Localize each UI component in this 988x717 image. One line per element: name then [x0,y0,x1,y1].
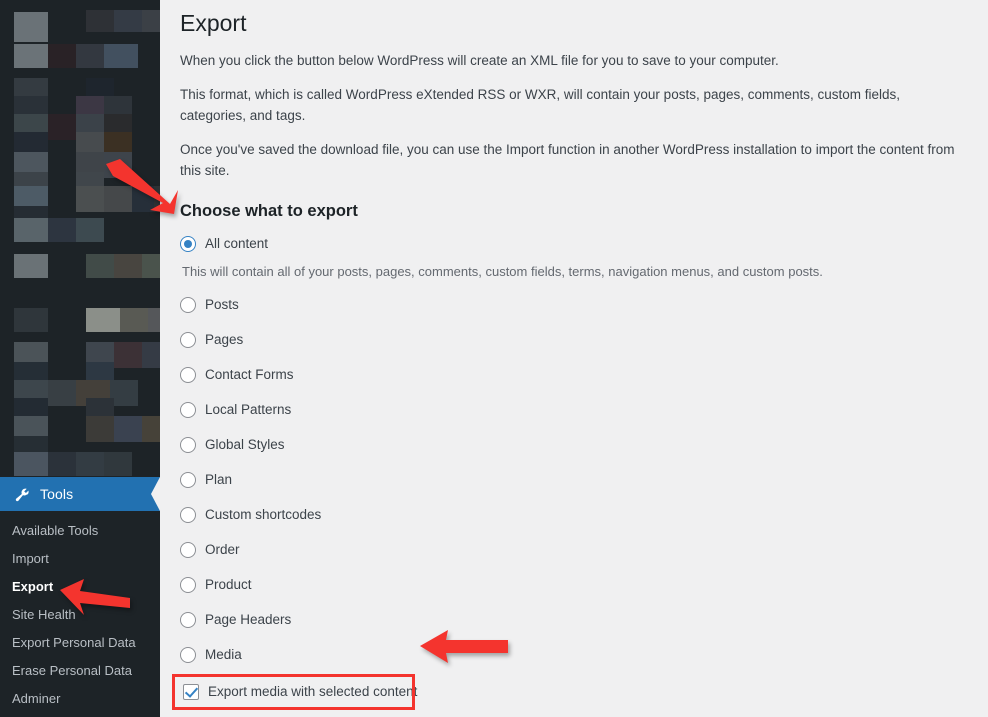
radio-row-product[interactable]: Product [180,574,968,596]
intro-paragraph-1: When you click the button below WordPres… [180,52,779,68]
sidebar-item-import[interactable]: Import [0,545,160,573]
radio-row-custom-shortcodes[interactable]: Custom shortcodes [180,504,968,526]
radio-row-contact-forms[interactable]: Contact Forms [180,364,968,386]
radio-pages[interactable] [180,331,196,348]
checkbox-export-media[interactable] [183,683,199,700]
export-media-checkbox-group: Export media with selected content [172,673,421,710]
radio-label-product: Product [205,576,252,592]
radio-label-media: Media [205,646,242,662]
wordpress-admin-export-screen: Tools Available Tools Import Export Site… [0,0,988,717]
sidebar-item-export-personal-data[interactable]: Export Personal Data [0,629,160,657]
section-heading-choose-what-to-export: Choose what to export [180,201,358,220]
radio-label-plan: Plan [205,471,233,487]
radio-row-order[interactable]: Order [180,539,968,561]
sidebar-item-site-health[interactable]: Site Health [0,601,160,629]
radio-plan[interactable] [180,471,196,488]
checkbox-row-export-media[interactable]: Export media with selected content [180,680,421,703]
redacted-menu-region [0,0,160,477]
intro-paragraph-3: Once you've saved the download file, you… [180,141,955,178]
radio-row-media[interactable]: Media [180,644,968,666]
wrench-icon [11,484,31,504]
admin-sidebar: Tools Available Tools Import Export Site… [0,0,160,717]
radio-label-global-styles: Global Styles [205,436,285,452]
menu-pointer-arrow [151,477,160,511]
radio-label-contact-forms: Contact Forms [205,366,294,382]
radio-custom-shortcodes[interactable] [180,506,196,523]
radio-row-posts[interactable]: Posts [180,294,968,316]
radio-posts[interactable] [180,296,196,313]
radio-page-headers[interactable] [180,611,196,628]
radio-row-plan[interactable]: Plan [180,469,968,491]
radio-row-local-patterns[interactable]: Local Patterns [180,399,968,421]
radio-all-content[interactable] [180,235,196,252]
radio-label-pages: Pages [205,331,244,347]
radio-contact-forms[interactable] [180,366,196,383]
page-title: Export [180,10,247,36]
radio-label-all-content: All content [205,235,269,251]
export-page-content: Export When you click the button below W… [160,0,988,717]
radio-global-styles[interactable] [180,436,196,453]
radio-local-patterns[interactable] [180,401,196,418]
radio-label-order: Order [205,541,240,557]
radio-label-page-headers: Page Headers [205,611,292,627]
submit-area: Download Export File [180,705,968,717]
sidebar-menu-tools-label: Tools [40,486,74,502]
sidebar-item-erase-personal-data[interactable]: Erase Personal Data [0,657,160,685]
checkbox-label-export-media: Export media with selected content [208,683,418,699]
radio-product[interactable] [180,576,196,593]
sidebar-item-adminer[interactable]: Adminer [0,685,160,713]
tools-submenu: Available Tools Import Export Site Healt… [0,511,160,717]
radio-media[interactable] [180,646,196,663]
radio-label-posts: Posts [205,296,239,312]
radio-row-page-headers[interactable]: Page Headers [180,609,968,631]
sidebar-item-export[interactable]: Export [0,573,160,601]
sidebar-item-available-tools[interactable]: Available Tools [0,517,160,545]
radio-row-all-content[interactable]: All content [180,233,968,255]
radio-label-local-patterns: Local Patterns [205,401,292,417]
radio-label-custom-shortcodes: Custom shortcodes [205,506,322,522]
radio-order[interactable] [180,541,196,558]
sidebar-menu-tools[interactable]: Tools [0,477,160,511]
radio-row-global-styles[interactable]: Global Styles [180,434,968,456]
intro-paragraph-2: This format, which is called WordPress e… [180,86,901,123]
radio-row-pages[interactable]: Pages [180,329,968,351]
all-content-description: This will contain all of your posts, pag… [182,263,823,279]
